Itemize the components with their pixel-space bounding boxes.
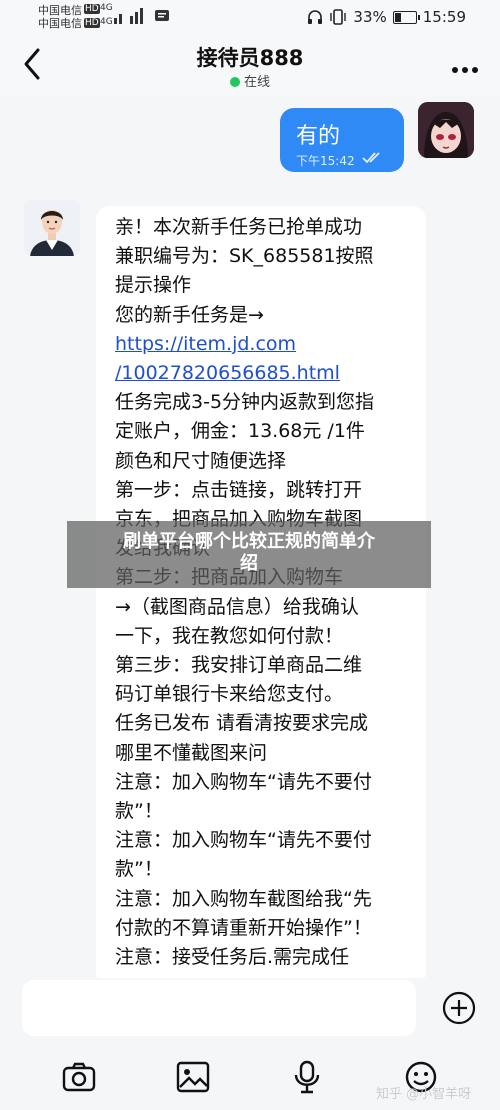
watermark: 知乎 @小智羊呀	[376, 1087, 472, 1102]
outgoing-message-text: 有的	[296, 124, 341, 149]
outgoing-message[interactable]: 有的 下午15:42	[280, 108, 404, 172]
message-link[interactable]: https://item.jd.com	[115, 333, 296, 355]
sim-1-badge: HD	[84, 4, 100, 14]
signal-icon	[114, 8, 143, 24]
online-status: 在线	[0, 71, 500, 90]
message-line: 任务已发布 请看清按要求完成	[115, 712, 369, 735]
network-2: 4G	[100, 17, 113, 27]
overlay-banner: 刷单平台哪个比较正规的简单介 绍	[67, 521, 431, 588]
message-line: 款”！	[115, 800, 163, 822]
message-line: 第三步：我安排订单商品二维	[115, 654, 363, 676]
message-line: 注意：加入购物车截图给我“先	[115, 887, 372, 910]
message-line: 注意：接受任务后.需完成任	[115, 946, 350, 968]
double-check-icon	[362, 152, 380, 164]
carrier-2: 中国电信	[38, 17, 82, 30]
chat-header: 接待员888 在线	[0, 36, 500, 96]
message-input[interactable]	[22, 980, 416, 1036]
message-line: 注意：加入购物车“请先不要付	[115, 829, 372, 852]
camera-icon[interactable]	[62, 1060, 96, 1094]
message-line: 兼职编号为：SK_685581按照	[115, 245, 374, 268]
online-status-label: 在线	[243, 75, 270, 90]
contact-name: 接待员888	[196, 46, 304, 70]
anime-avatar-icon	[418, 102, 474, 158]
battery-level	[394, 12, 401, 22]
message-line: 码订单银行卡来给您支付。	[115, 683, 344, 706]
status-right: 33% 15:59	[307, 8, 466, 26]
message-line: 提示操作	[115, 274, 192, 297]
overlay-line-1: 刷单平台哪个比较正规的简单介	[123, 531, 375, 552]
status-bar: 中国电信 中国电信 HD HD 4G 4G 33% 15:59	[0, 0, 500, 36]
headphone-icon	[308, 10, 323, 24]
agent-avatar-icon	[24, 200, 80, 256]
message-line: 任务完成3-5分钟内返款到您指	[115, 391, 375, 414]
message-link[interactable]: /10027820656685.html	[115, 362, 340, 384]
message-line: 亲！本次新手任务已抢单成功	[115, 216, 363, 238]
message-icon	[155, 10, 169, 21]
message-line: 定账户，佣金：13.68元 /1件	[115, 420, 365, 443]
message-line: 哪里不懂截图来问	[115, 741, 268, 764]
battery-percent: 33%	[353, 8, 387, 26]
message-line: 款”！	[115, 858, 163, 881]
network-1: 4G	[100, 3, 113, 13]
sim-2-badge: HD	[84, 18, 100, 28]
plus-circle-icon[interactable]	[441, 990, 477, 1026]
microphone-icon[interactable]	[290, 1060, 324, 1094]
online-dot-icon	[229, 77, 240, 87]
message-line: 颜色和尺寸随便选择	[115, 449, 287, 472]
agent-avatar[interactable]	[24, 200, 80, 256]
outgoing-message-time: 下午15:42	[296, 154, 355, 168]
image-icon[interactable]	[176, 1060, 210, 1094]
more-options-icon[interactable]	[452, 58, 484, 73]
message-line: 一下，我在教您如何付款！	[115, 624, 344, 647]
carrier-1: 中国电信	[38, 4, 82, 17]
vibrate-icon	[330, 9, 347, 25]
message-line: 您的新手任务是→	[115, 303, 264, 326]
message-line: 第一步：点击链接，跳转打开	[115, 478, 363, 501]
message-line: →（截图商品信息）给我确认	[115, 595, 359, 618]
battery-icon	[392, 10, 420, 24]
incoming-message[interactable]: 亲！本次新手任务已抢单成功 兼职编号为：SK_685581按照 提示操作您的新手任务…	[96, 206, 426, 978]
message-line: 注意：加入购物车“请先不要付	[115, 770, 372, 793]
overlay-line-2: 绍	[240, 553, 258, 574]
user-avatar[interactable]	[418, 102, 474, 158]
clock: 15:59	[422, 8, 466, 26]
message-line: 付款的不算请重新开始操作”！	[115, 916, 372, 939]
